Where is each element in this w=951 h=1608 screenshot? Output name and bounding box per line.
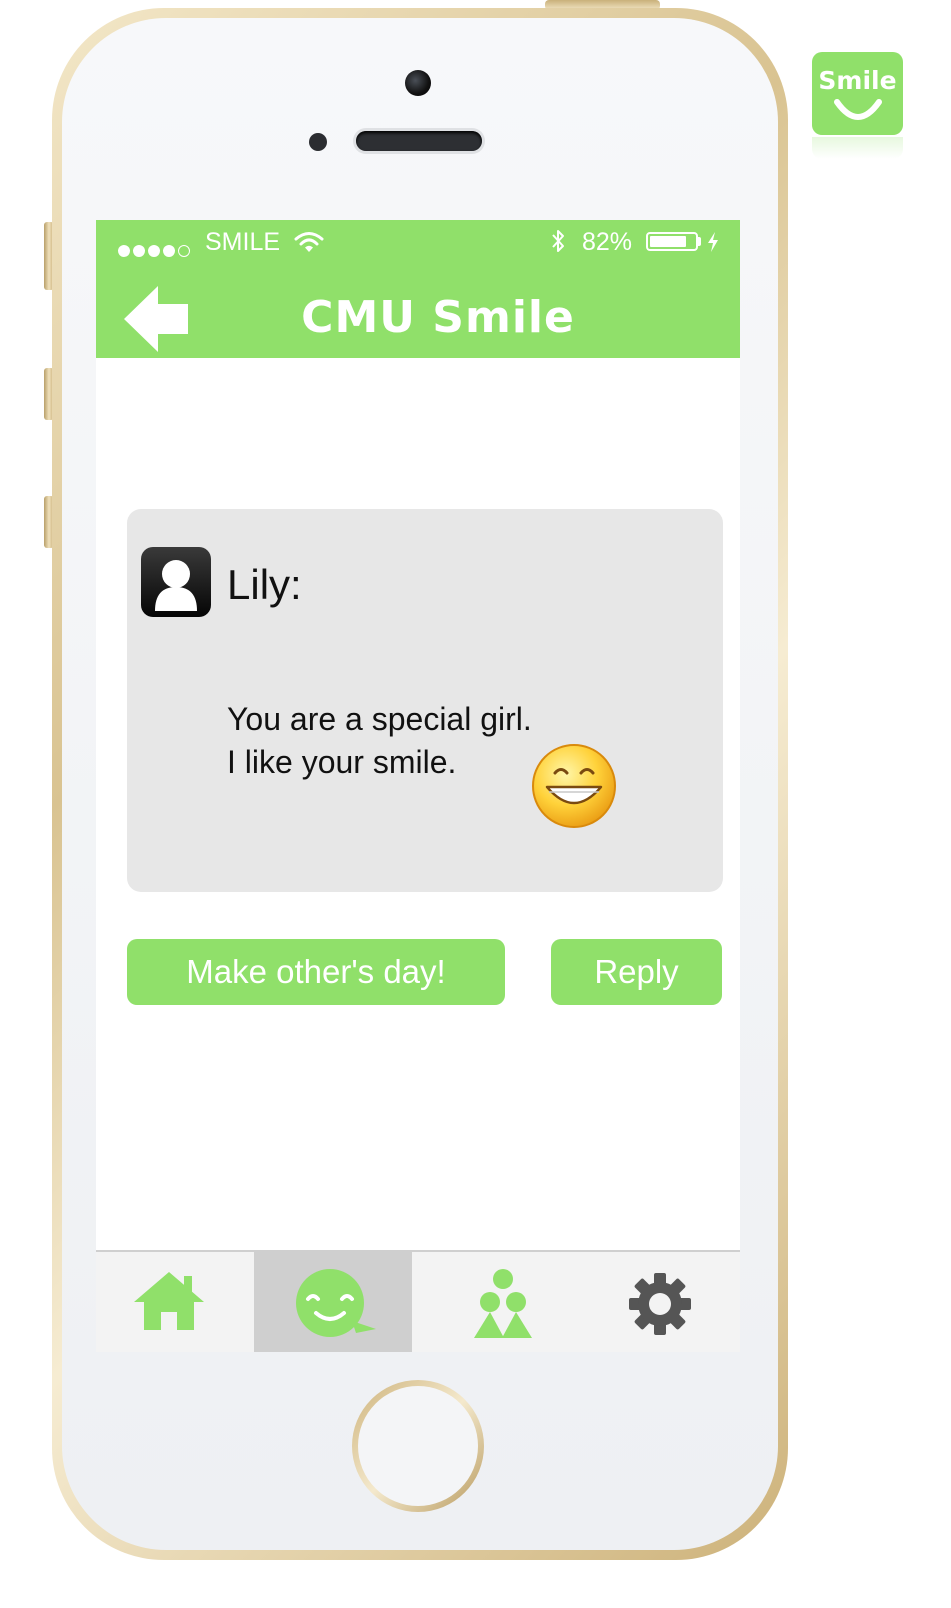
app-logo-reflection: [812, 137, 903, 159]
make-others-day-button[interactable]: Make other's day!: [127, 939, 505, 1005]
page-title: CMU Smile: [301, 292, 575, 343]
screen: SMILE 82% CMU Smile Lily: You are a spec…: [96, 220, 740, 1352]
message-line-2: I like your smile.: [227, 744, 457, 780]
tab-bar: [96, 1250, 740, 1352]
signal-dot: [178, 245, 190, 257]
app-logo-text: Smile: [818, 66, 897, 95]
charging-bolt-icon: [708, 232, 718, 252]
nav-bar: CMU Smile: [96, 262, 740, 358]
battery-percent: 82%: [582, 228, 633, 256]
battery-tip: [698, 237, 701, 246]
home-button-face: [358, 1386, 478, 1506]
tab-settings[interactable]: [570, 1252, 728, 1352]
smile-chat-icon: [296, 1269, 376, 1337]
home-icon: [134, 1272, 204, 1330]
tab-home[interactable]: [96, 1252, 254, 1352]
user-silhouette-icon: [155, 560, 197, 611]
tab-people[interactable]: [412, 1252, 570, 1352]
earpiece-speaker: [356, 131, 482, 151]
bluetooth-icon: [552, 230, 564, 252]
signal-dot: [163, 245, 175, 257]
status-bar: SMILE 82%: [96, 220, 740, 262]
carrier-name: SMILE: [205, 228, 281, 256]
reply-button[interactable]: Reply: [551, 939, 722, 1005]
logo-smile-icon: [834, 99, 882, 120]
gear-icon: [629, 1273, 691, 1335]
signal-strength-icon: [118, 235, 193, 264]
grinning-face-icon: [532, 744, 616, 828]
proximity-sensor: [309, 133, 327, 151]
home-button[interactable]: [352, 1380, 484, 1512]
signal-dot: [133, 245, 145, 257]
message-card: Lily: You are a special girl. I like you…: [127, 509, 723, 892]
signal-dot: [118, 245, 130, 257]
wifi-icon: [294, 232, 324, 252]
stage: Smile SMILE 82% CMU Smile Lily: You are …: [0, 0, 951, 1608]
tab-smile[interactable]: [254, 1252, 412, 1352]
avatar: [141, 547, 211, 617]
app-logo: Smile: [812, 52, 903, 135]
battery-fill: [650, 236, 686, 247]
message-line-1: You are a special girl.: [227, 701, 532, 737]
people-icon: [474, 1269, 532, 1338]
front-camera: [405, 70, 431, 96]
sender-name: Lily:: [227, 561, 302, 608]
signal-dot: [148, 245, 160, 257]
battery-icon: [646, 232, 698, 251]
